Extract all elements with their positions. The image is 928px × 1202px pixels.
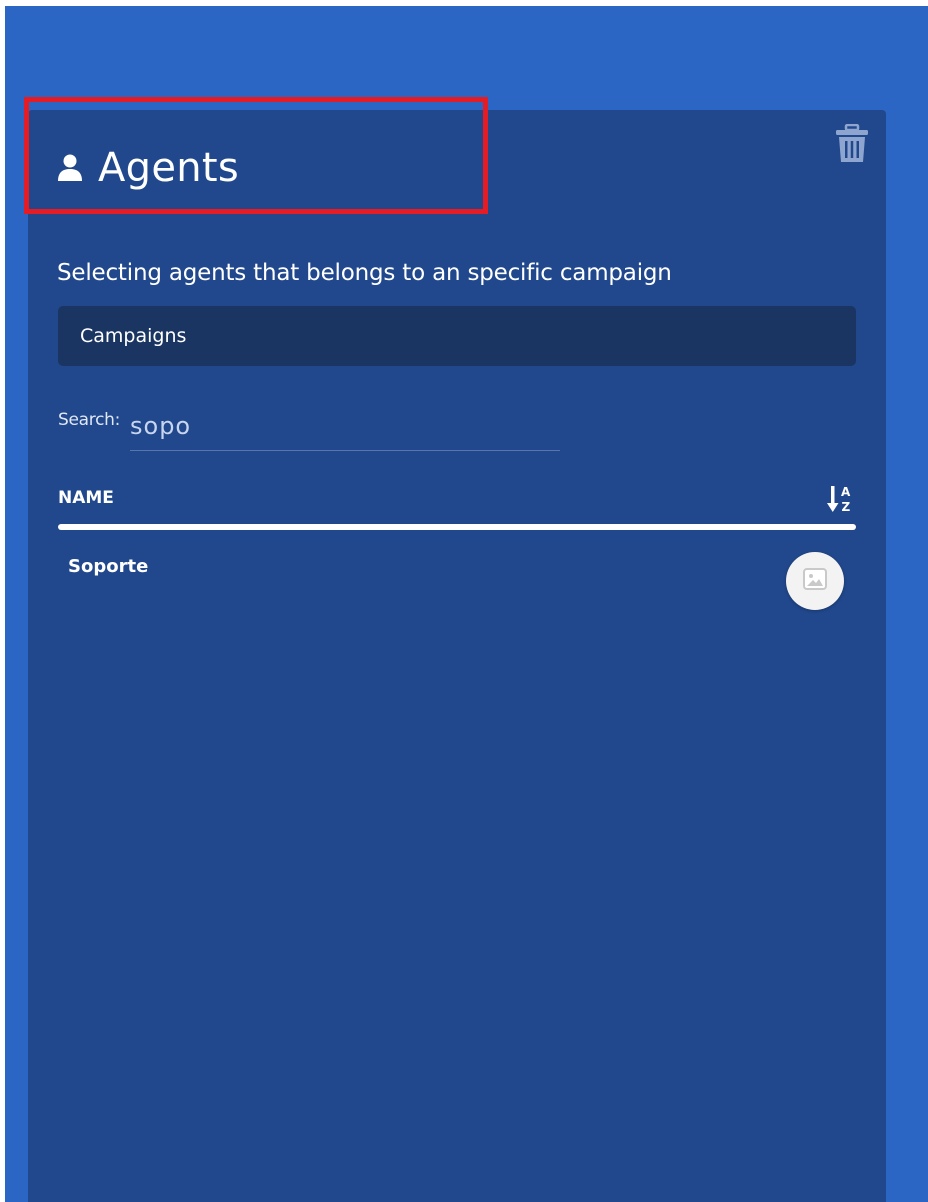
image-placeholder-icon — [803, 568, 827, 594]
title-text: Agents — [98, 145, 240, 191]
panel-description: Selecting agents that belongs to an spec… — [57, 260, 672, 286]
campaigns-select-value: Campaigns — [80, 325, 187, 347]
panel-title: Agents — [56, 140, 239, 196]
table-row[interactable]: Soporte — [58, 540, 856, 620]
search-label: Search: — [58, 410, 121, 430]
campaigns-select[interactable]: Campaigns — [58, 306, 856, 366]
sort-alpha-down-icon[interactable]: A Z — [826, 482, 858, 516]
search-input[interactable] — [130, 402, 560, 451]
agent-name: Soporte — [68, 556, 149, 577]
name-column-header[interactable]: NAME — [58, 488, 114, 508]
svg-text:Z: Z — [842, 500, 851, 514]
svg-text:A: A — [841, 485, 851, 499]
table-header-divider — [58, 524, 856, 530]
avatar[interactable] — [786, 552, 844, 610]
person-icon — [56, 153, 84, 183]
trash-icon[interactable] — [834, 123, 870, 164]
